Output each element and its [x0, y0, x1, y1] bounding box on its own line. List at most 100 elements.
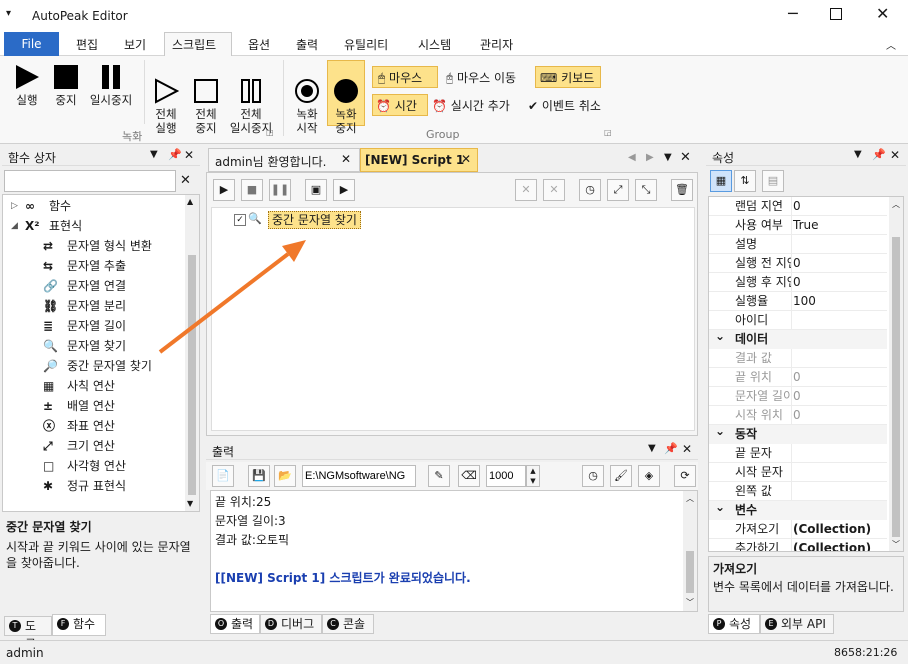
- editor-collapse-button[interactable]: ⤡: [635, 179, 657, 201]
- panel-menu-icon[interactable]: ▼: [150, 149, 158, 160]
- property-row[interactable]: 끝 문자: [709, 444, 887, 463]
- output-brush-button[interactable]: 🖌: [610, 465, 632, 487]
- output-scrollbar-thumb[interactable]: [686, 551, 694, 593]
- editor-delete-button[interactable]: 🗑: [671, 179, 693, 201]
- editor-expand-button[interactable]: ⤢: [607, 179, 629, 201]
- tab-next-icon[interactable]: ▶: [646, 152, 654, 163]
- tab-welcome[interactable]: admin님 환영합니다. ✕: [208, 148, 360, 172]
- editor-run-button[interactable]: ▶: [213, 179, 235, 201]
- output-scrollbar[interactable]: ︿ ﹀: [683, 491, 697, 611]
- property-row[interactable]: 결과 값: [709, 349, 887, 368]
- property-row[interactable]: 사용 여부 True: [709, 216, 887, 235]
- editor-disable-button[interactable]: ✕: [515, 179, 537, 201]
- realtime-add-toggle[interactable]: ⏰ 실시간 추가: [432, 97, 510, 114]
- prop-scroll-up-icon[interactable]: ︿: [892, 199, 900, 210]
- tab-options[interactable]: 옵션: [248, 36, 270, 53]
- output-new-button[interactable]: 📄: [212, 465, 234, 487]
- property-scrollbar-thumb[interactable]: [892, 237, 900, 537]
- tab-system[interactable]: 시스템: [418, 36, 451, 53]
- editor-pause-button[interactable]: ❚❚: [269, 179, 291, 201]
- tab-utility[interactable]: 유틸리티: [344, 36, 388, 53]
- property-value[interactable]: (Collection): [793, 520, 871, 539]
- output-save-button[interactable]: 💾: [248, 465, 270, 487]
- property-value[interactable]: 0: [793, 368, 801, 387]
- output-tab[interactable]: O 출력: [210, 614, 260, 634]
- event-cancel-toggle[interactable]: ✔ 이벤트 취소: [528, 97, 601, 114]
- output-pin-icon[interactable]: 📌: [664, 442, 678, 455]
- tab-script1[interactable]: [NEW] Script 1 ✕: [360, 148, 478, 172]
- output-clock-button[interactable]: ◷: [582, 465, 604, 487]
- tab-admin[interactable]: 관리자: [480, 36, 513, 53]
- node-checkbox[interactable]: ✓: [234, 214, 246, 226]
- property-value[interactable]: 0: [793, 387, 801, 406]
- alphabetical-button[interactable]: ⇅: [734, 170, 756, 192]
- function-search-input[interactable]: [4, 170, 176, 192]
- editor-run-from-button[interactable]: ▶: [333, 179, 355, 201]
- property-row[interactable]: 실행율 100: [709, 292, 887, 311]
- property-category[interactable]: ⌄ 변수: [709, 500, 887, 520]
- property-row[interactable]: 랜덤 지연 0: [709, 197, 887, 216]
- editor-disable2-button[interactable]: ✕: [543, 179, 565, 201]
- output-refresh-button[interactable]: ⟳: [674, 465, 696, 487]
- output-fill-button[interactable]: ◈: [638, 465, 660, 487]
- property-row[interactable]: 끝 위치 0: [709, 368, 887, 387]
- property-category[interactable]: ⌄ 동작: [709, 422, 887, 444]
- run-button[interactable]: 실행: [8, 64, 46, 107]
- property-row[interactable]: 추가하기 (Collection): [709, 539, 887, 551]
- property-value[interactable]: 0: [793, 254, 801, 273]
- output-menu-icon[interactable]: ▼: [648, 443, 656, 454]
- prop-scroll-down-icon[interactable]: ﹀: [892, 539, 900, 550]
- count-stepper[interactable]: ▲ ▼: [526, 465, 540, 487]
- minimize-icon[interactable]: ─: [788, 4, 798, 23]
- script-node[interactable]: 중간 문자열 찾기: [268, 211, 361, 229]
- tree-scrollbar-thumb[interactable]: [188, 255, 196, 495]
- output-erase-button[interactable]: ⌫: [458, 465, 480, 487]
- mouse-toggle[interactable]: 🖱 마우스: [378, 69, 422, 86]
- clear-search-icon[interactable]: ✕: [180, 173, 191, 188]
- output-scroll-up-icon[interactable]: ︿: [686, 493, 694, 504]
- stop-button[interactable]: 중지: [48, 64, 84, 107]
- tab-prev-icon[interactable]: ◀: [628, 152, 636, 163]
- collapse-icon[interactable]: ⌄: [715, 422, 725, 441]
- collapse-ribbon-icon[interactable]: ︿: [886, 37, 896, 52]
- tab-script[interactable]: 스크립트: [172, 36, 216, 53]
- tab-view[interactable]: 보기: [124, 36, 146, 53]
- properties-menu-icon[interactable]: ▼: [854, 149, 862, 160]
- editor-close-icon[interactable]: ✕: [680, 150, 691, 165]
- maximize-icon[interactable]: [830, 8, 842, 20]
- tree-expander-icon[interactable]: ◢: [11, 217, 18, 236]
- tab-edit[interactable]: 편집: [76, 36, 98, 53]
- property-category[interactable]: ⌄ 데이터: [709, 329, 887, 349]
- properties-tab[interactable]: P 속성: [708, 614, 760, 634]
- properties-pin-icon[interactable]: 📌: [872, 148, 886, 161]
- tree-scrollbar[interactable]: ▲ ▼: [185, 195, 199, 511]
- categorized-button[interactable]: ▦: [710, 170, 732, 192]
- property-value[interactable]: 100: [793, 292, 816, 311]
- property-row[interactable]: 아이디: [709, 311, 887, 330]
- functions-tab[interactable]: F 함수: [52, 614, 106, 636]
- mouse-move-toggle[interactable]: 🖰 마우스 이동: [446, 69, 516, 86]
- output-count-field[interactable]: [486, 465, 526, 487]
- group-launcher-icon[interactable]: ◲: [604, 128, 612, 137]
- record-start-button[interactable]: 녹화 시작: [289, 64, 325, 149]
- tree-expander-icon[interactable]: ▷: [11, 197, 18, 216]
- property-row[interactable]: 실행 후 지연0: [709, 273, 887, 292]
- output-close-icon[interactable]: ✕: [682, 442, 692, 456]
- tab-list-icon[interactable]: ▼: [664, 152, 672, 163]
- property-value[interactable]: 0: [793, 273, 801, 292]
- tools-tab[interactable]: T도구: [4, 616, 52, 651]
- property-scrollbar[interactable]: ︿ ﹀: [889, 197, 903, 551]
- output-filter-button[interactable]: ✎: [428, 465, 450, 487]
- property-row[interactable]: 시작 문자: [709, 463, 887, 482]
- output-open-button[interactable]: 📂: [274, 465, 296, 487]
- editor-step-button[interactable]: ▣: [305, 179, 327, 201]
- panel-close-icon[interactable]: ✕: [184, 148, 194, 162]
- external-api-tab[interactable]: E 외부 API: [760, 614, 834, 634]
- pin-icon[interactable]: 📌: [168, 148, 182, 161]
- property-row[interactable]: 설명: [709, 235, 887, 254]
- tab-output[interactable]: 출력: [296, 36, 318, 53]
- file-tab[interactable]: File: [4, 32, 59, 56]
- console-tab[interactable]: C 콘솔: [322, 614, 374, 634]
- output-scroll-down-icon[interactable]: ﹀: [686, 597, 694, 608]
- property-row[interactable]: 문자열 길이 0: [709, 387, 887, 406]
